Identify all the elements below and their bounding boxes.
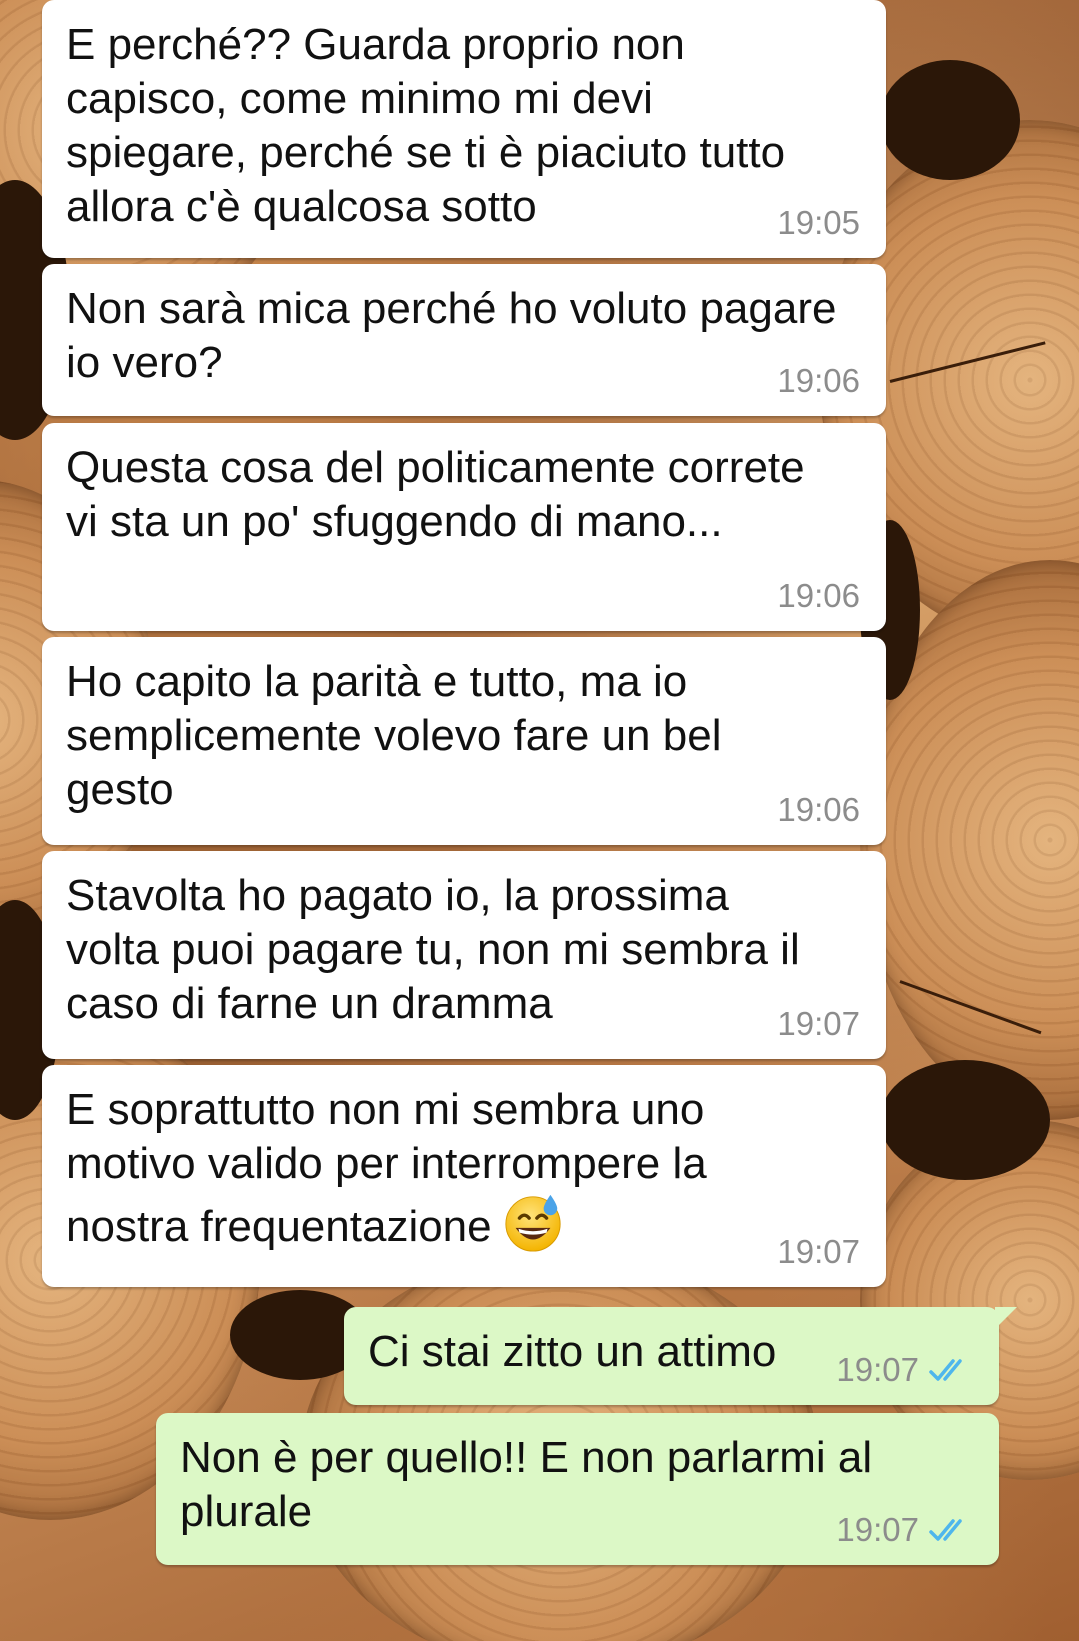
message-meta: 19:05 [777,204,860,242]
message-meta: 19:06 [777,362,860,400]
message-meta: 19:06 [777,791,860,829]
read-double-check-icon [929,1519,962,1541]
message-bubble-incoming[interactable]: Ho capito la parità e tutto, ma io sempl… [42,637,886,845]
message-time: 19:05 [777,204,860,241]
message-text: E perché?? Guarda proprio non capisco, c… [66,20,786,231]
read-double-check-icon [929,1359,962,1381]
message-meta: 19:07 [836,1351,973,1389]
message-bubble-incoming[interactable]: Stavolta ho pagato io, la prossima volta… [42,851,886,1059]
message-text: Ho capito la parità e tutto, ma io sempl… [66,657,722,814]
message-bubble-incoming[interactable]: E perché?? Guarda proprio non capisco, c… [42,0,886,258]
message-time: 19:06 [777,577,860,614]
message-bubble-incoming[interactable]: E soprattutto non mi sembra uno motivo v… [42,1065,886,1287]
message-time: 19:07 [836,1511,919,1548]
bubble-tail [995,1307,1017,1329]
message-bubble-incoming[interactable]: Questa cosa del politicamente correte vi… [42,423,886,631]
grinning-face-with-sweat-icon [505,1194,561,1252]
message-text: Non sarà mica perché ho voluto pagare io… [66,284,837,387]
conversation[interactable]: E perché?? Guarda proprio non capisco, c… [0,0,1079,1641]
message-meta: 19:07 [777,1233,860,1271]
message-meta: 19:07 [777,1005,860,1043]
message-time: 19:07 [777,1233,860,1270]
message-text: Stavolta ho pagato io, la prossima volta… [66,871,800,1028]
message-bubble-outgoing[interactable]: Non è per quello!! E non parlarmi al plu… [156,1413,999,1565]
message-text: E soprattutto non mi sembra uno motivo v… [66,1085,707,1251]
message-time: 19:07 [777,1005,860,1042]
message-meta: 19:06 [777,577,860,615]
message-bubble-outgoing[interactable]: Ci stai zitto un attimo 19:07 [344,1307,1017,1405]
message-time: 19:06 [777,362,860,399]
message-text: Questa cosa del politicamente correte vi… [66,443,805,546]
message-bubble-incoming[interactable]: Non sarà mica perché ho voluto pagare io… [42,264,886,416]
message-time: 19:06 [777,791,860,828]
message-meta: 19:07 [836,1511,973,1549]
message-text-container: E soprattutto non mi sembra uno motivo v… [66,1083,860,1254]
message-time: 19:07 [836,1351,919,1388]
